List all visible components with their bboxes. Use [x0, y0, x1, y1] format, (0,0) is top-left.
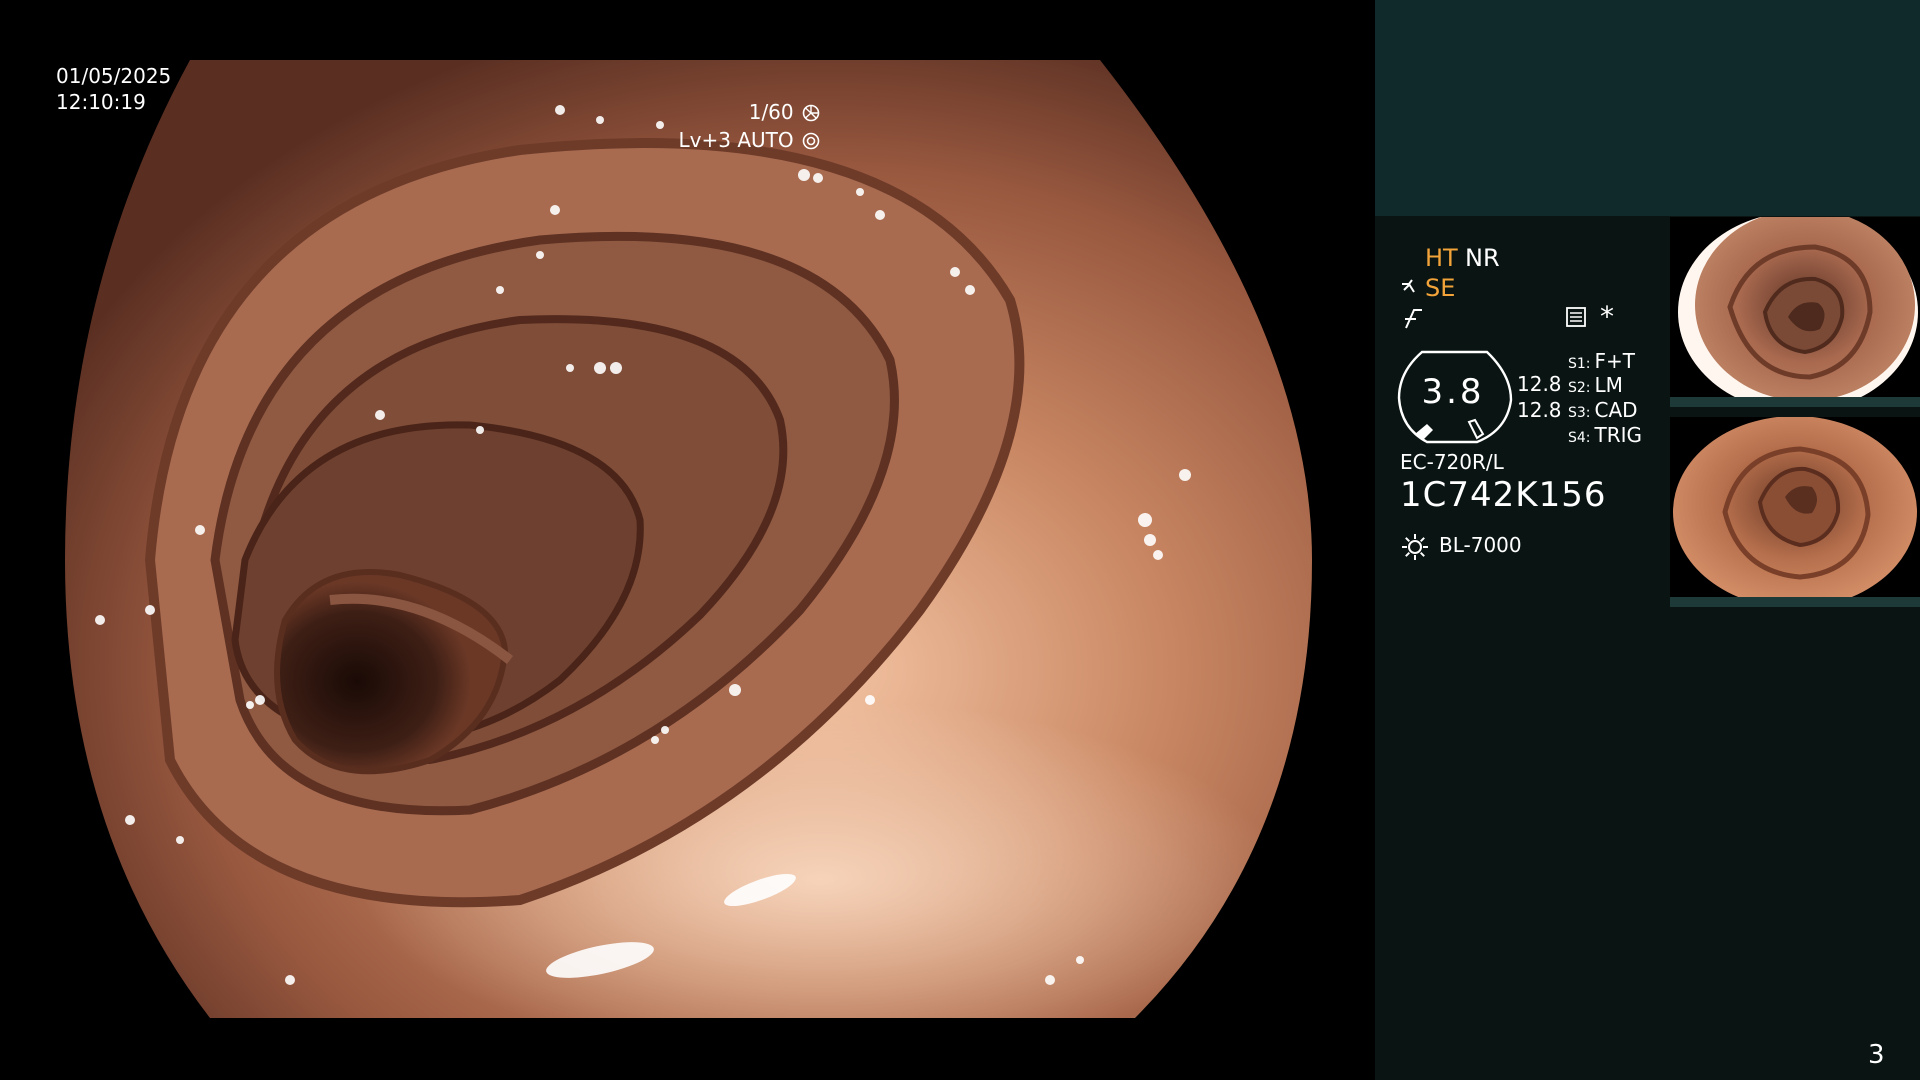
structure-icon [1566, 307, 1586, 327]
enhancement-icon [1402, 279, 1415, 293]
endoscopic-view: 01/05/2025 12:10:19 1/60 Lv+3 AUTO [0, 0, 1375, 1080]
scope-switch-s1: S1: F+T [1568, 349, 1635, 373]
brightness-level-value: Lv+3 AUTO [678, 128, 794, 152]
shutter-speed-value: 1/60 [748, 100, 794, 124]
zoom-value: 3.8 [1421, 372, 1485, 412]
switch-key: S4: [1568, 430, 1591, 446]
nr-mode-label: NR [1465, 244, 1500, 272]
switch-value: TRIG [1594, 423, 1643, 447]
ht-mode-label: HT [1425, 244, 1458, 272]
aperture-icon [802, 104, 820, 122]
captured-image-thumbnail-2[interactable] [1670, 417, 1920, 607]
switch-value: CAD [1594, 398, 1638, 422]
status-panel: HT NR SE * 3.8 12.8 12.8 S1: F+T S2: LM S3… [1375, 0, 1920, 1080]
colon-lumen-image [0, 0, 1375, 1080]
thumbnail-image [1670, 217, 1920, 407]
zoom-readout-upper: 12.8 [1517, 372, 1562, 396]
scope-switch-s3: S3: CAD [1568, 398, 1638, 422]
switch-value: F+T [1594, 349, 1635, 373]
switch-key: S3: [1568, 405, 1591, 421]
exam-time: 12:10:19 [56, 90, 146, 114]
shutter-speed: 1/60 [749, 99, 820, 125]
panel-header-area [1375, 0, 1920, 216]
captured-image-thumbnail-1[interactable] [1670, 217, 1920, 407]
se-mode-label: SE [1425, 274, 1456, 302]
page-number: 3 [1868, 1040, 1885, 1070]
zoom-readout-lower: 12.8 [1517, 398, 1562, 422]
scope-switch-s2: S2: LM [1568, 373, 1623, 397]
star-indicator: * [1600, 300, 1614, 333]
switch-key: S1: [1568, 356, 1591, 372]
endoscopy-monitor: 01/05/2025 12:10:19 1/60 Lv+3 AUTO HT NR… [0, 0, 1920, 1080]
auto-iris-icon [802, 132, 820, 150]
filter-icon [1405, 309, 1422, 329]
exam-date: 01/05/2025 [56, 64, 172, 88]
switch-value: LM [1594, 373, 1623, 397]
switch-key: S2: [1568, 380, 1591, 396]
thumbnail-image [1670, 417, 1920, 607]
light-source-model: BL-7000 [1439, 533, 1522, 557]
brightness-level: Lv+3 AUTO [679, 127, 820, 153]
scope-serial-number: 1C742K156 [1400, 475, 1607, 515]
scope-switch-s4: S4: TRIG [1568, 423, 1642, 447]
scope-model: EC-720R/L [1400, 450, 1504, 474]
light-source-icon [1402, 534, 1428, 560]
